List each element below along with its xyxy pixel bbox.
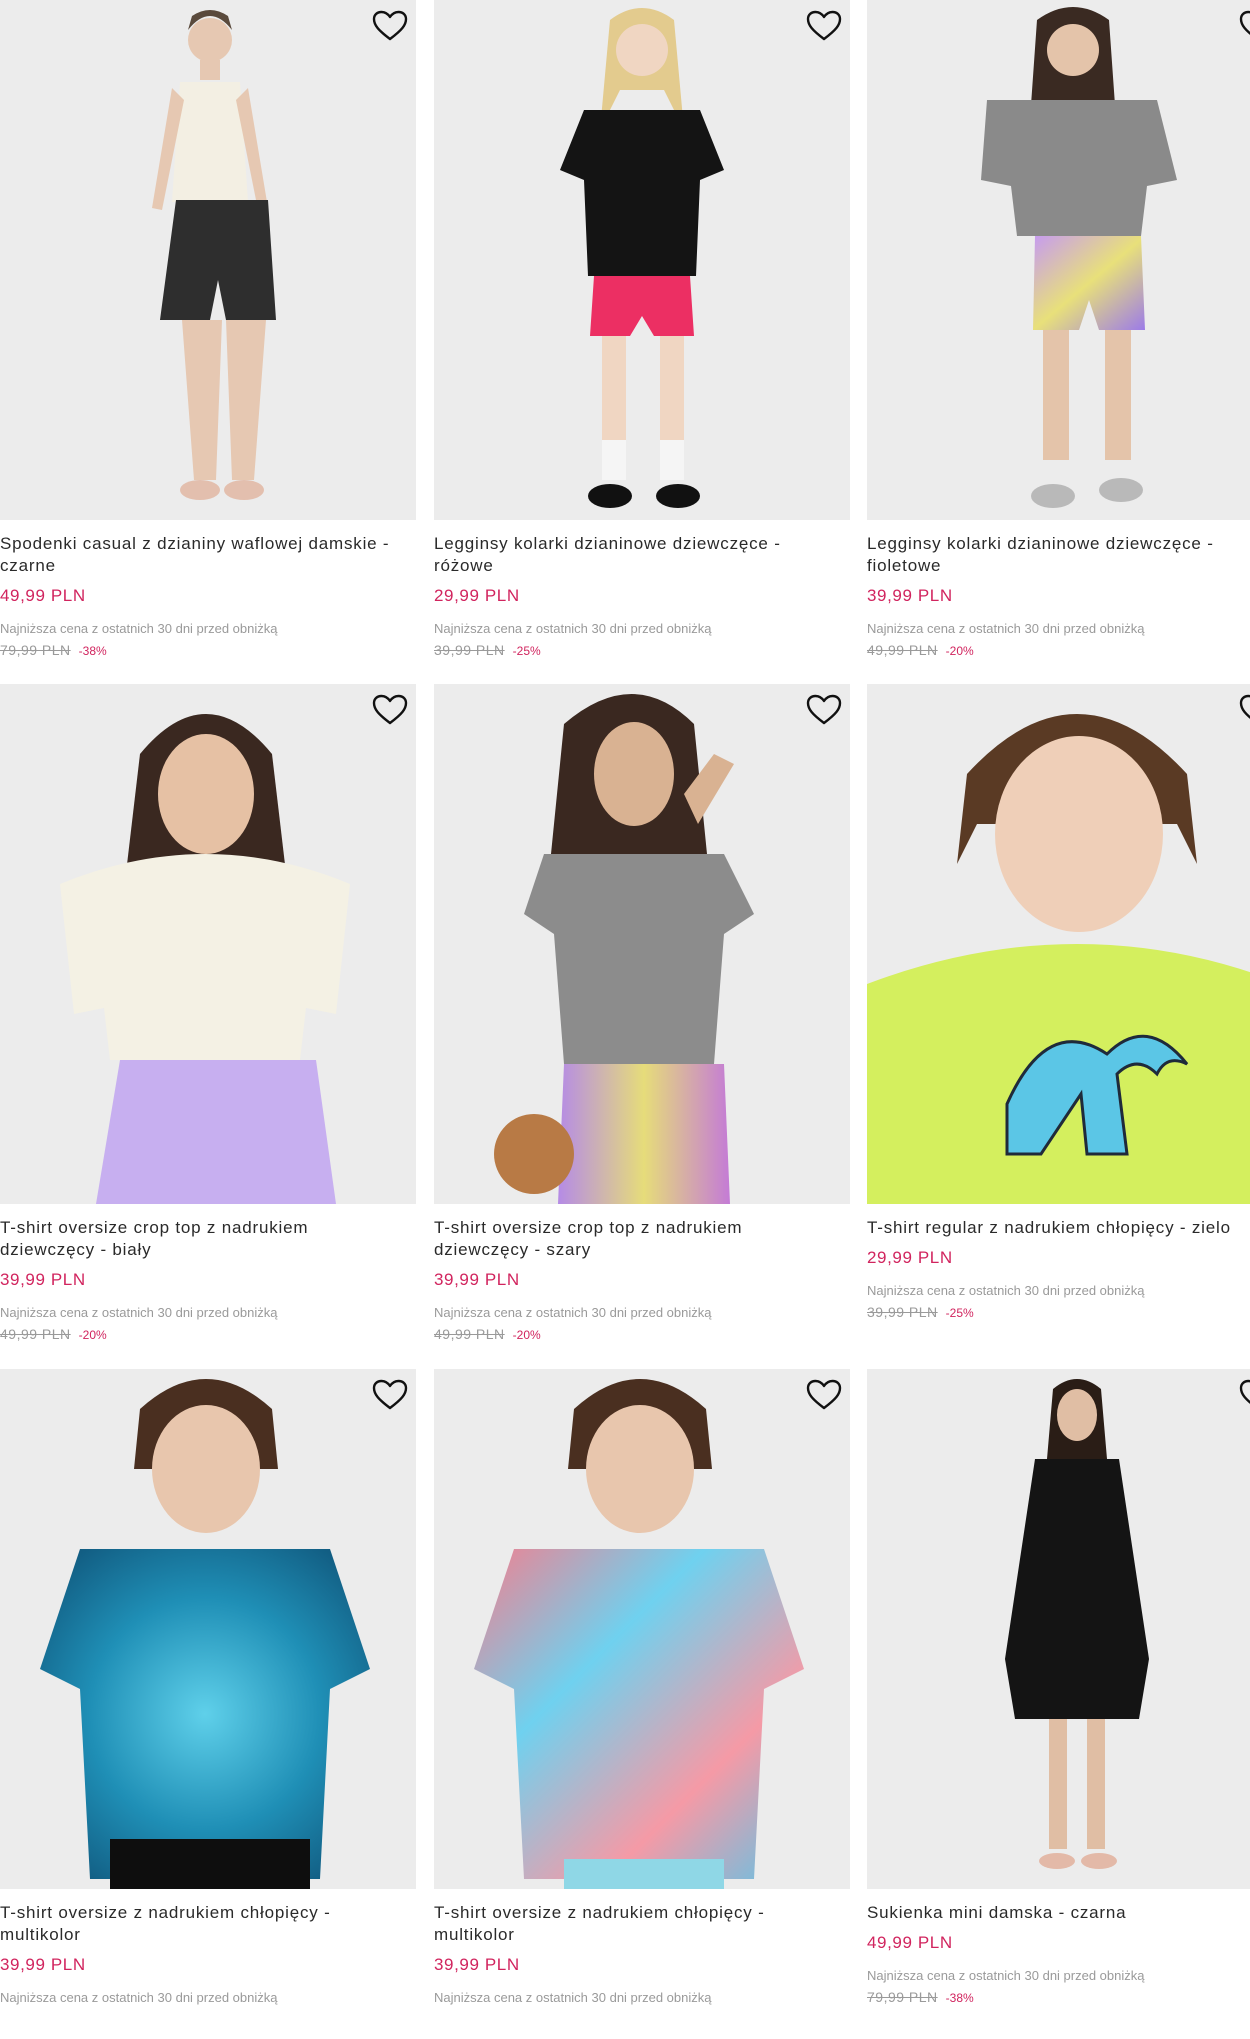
product-card[interactable]: T-shirt oversize z nadrukiem chłopięcy -… [434, 1369, 850, 2039]
product-card[interactable]: Legginsy kolarki dzianinowe dziewczęce -… [867, 0, 1250, 670]
old-price: 39,99 PLN [867, 1304, 938, 1320]
product-price: 29,99 PLN [434, 586, 520, 605]
wishlist-heart-icon[interactable] [1239, 1379, 1250, 1411]
product-card[interactable]: T-shirt oversize crop top z nadrukiem dz… [0, 684, 416, 1354]
product-title[interactable]: Legginsy kolarki dzianinowe dziewczęce -… [867, 533, 1250, 577]
old-price: 49,99 PLN [434, 1326, 505, 1342]
product-image[interactable] [867, 684, 1250, 1204]
lowest-price-note: Najniższa cena z ostatnich 30 dni przed … [0, 1305, 278, 1320]
lowest-price-note: Najniższa cena z ostatnich 30 dni przed … [867, 1968, 1145, 1983]
discount-badge: -38% [945, 1991, 974, 2005]
product-card[interactable]: Legginsy kolarki dzianinowe dziewczęce -… [434, 0, 850, 670]
product-title[interactable]: T-shirt oversize z nadrukiem chłopięcy -… [0, 1902, 416, 1946]
product-price: 39,99 PLN [434, 1955, 520, 1974]
wishlist-heart-icon[interactable] [1239, 10, 1250, 42]
product-card[interactable]: T-shirt oversize crop top z nadrukiem dz… [434, 684, 850, 1354]
old-price: 49,99 PLN [867, 642, 938, 658]
old-price: 79,99 PLN [0, 642, 71, 658]
old-price: 79,99 PLN [867, 1989, 938, 2005]
product-title[interactable]: Spodenki casual z dzianiny waflowej dams… [0, 533, 416, 577]
product-image[interactable] [434, 1369, 850, 1889]
product-price: 49,99 PLN [867, 1933, 953, 1952]
product-image[interactable] [0, 1369, 416, 1889]
lowest-price-note: Najniższa cena z ostatnich 30 dni przed … [434, 1305, 712, 1320]
product-image[interactable] [0, 0, 416, 520]
product-image[interactable] [867, 0, 1250, 520]
product-image[interactable] [0, 684, 416, 1204]
old-price-line: 39,99 PLN -25% [434, 642, 541, 658]
discount-badge: -20% [78, 1328, 107, 1342]
old-price-line: 79,99 PLN -38% [867, 1989, 974, 2005]
product-price: 29,99 PLN [867, 1248, 953, 1267]
discount-badge: -25% [945, 1306, 974, 1320]
product-image[interactable] [867, 1369, 1250, 1889]
product-price: 39,99 PLN [434, 1270, 520, 1289]
product-price: 39,99 PLN [867, 586, 953, 605]
product-price: 49,99 PLN [0, 586, 86, 605]
wishlist-heart-icon[interactable] [806, 1379, 842, 1411]
old-price-line: 49,99 PLN -20% [867, 642, 974, 658]
wishlist-heart-icon[interactable] [806, 10, 842, 42]
old-price-line: 49,99 PLN -20% [434, 1326, 541, 1342]
product-price: 39,99 PLN [0, 1270, 86, 1289]
old-price-line: 49,99 PLN -20% [0, 1326, 107, 1342]
old-price: 39,99 PLN [434, 642, 505, 658]
wishlist-heart-icon[interactable] [372, 1379, 408, 1411]
product-price: 39,99 PLN [0, 1955, 86, 1974]
product-image[interactable] [434, 0, 850, 520]
product-title[interactable]: Legginsy kolarki dzianinowe dziewczęce -… [434, 533, 850, 577]
discount-badge: -25% [512, 644, 541, 658]
lowest-price-note: Najniższa cena z ostatnich 30 dni przed … [0, 1990, 278, 2005]
product-card[interactable]: T-shirt regular z nadrukiem chłopięcy - … [867, 684, 1250, 1354]
product-card[interactable]: T-shirt oversize z nadrukiem chłopięcy -… [0, 1369, 416, 2039]
product-grid: Spodenki casual z dzianiny waflowej dams… [0, 0, 1250, 2014]
product-title[interactable]: T-shirt oversize z nadrukiem chłopięcy -… [434, 1902, 850, 1946]
wishlist-heart-icon[interactable] [372, 10, 408, 42]
product-card[interactable]: Sukienka mini damska - czarna 49,99 PLN … [867, 1369, 1250, 2039]
old-price-line: 79,99 PLN -38% [0, 642, 107, 658]
old-price-line: 39,99 PLN -25% [867, 1304, 974, 1320]
product-image[interactable] [434, 684, 850, 1204]
product-title[interactable]: Sukienka mini damska - czarna [867, 1902, 1250, 1924]
lowest-price-note: Najniższa cena z ostatnich 30 dni przed … [867, 1283, 1145, 1298]
lowest-price-note: Najniższa cena z ostatnich 30 dni przed … [434, 621, 712, 636]
discount-badge: -20% [512, 1328, 541, 1342]
wishlist-heart-icon[interactable] [1239, 694, 1250, 726]
product-title[interactable]: T-shirt oversize crop top z nadrukiem dz… [434, 1217, 850, 1261]
product-title[interactable]: T-shirt regular z nadrukiem chłopięcy - … [867, 1217, 1250, 1239]
wishlist-heart-icon[interactable] [806, 694, 842, 726]
product-title[interactable]: T-shirt oversize crop top z nadrukiem dz… [0, 1217, 416, 1261]
old-price: 49,99 PLN [0, 1326, 71, 1342]
lowest-price-note: Najniższa cena z ostatnich 30 dni przed … [867, 621, 1145, 636]
discount-badge: -38% [78, 644, 107, 658]
wishlist-heart-icon[interactable] [372, 694, 408, 726]
product-card[interactable]: Spodenki casual z dzianiny waflowej dams… [0, 0, 416, 670]
lowest-price-note: Najniższa cena z ostatnich 30 dni przed … [0, 621, 278, 636]
lowest-price-note: Najniższa cena z ostatnich 30 dni przed … [434, 1990, 712, 2005]
discount-badge: -20% [945, 644, 974, 658]
